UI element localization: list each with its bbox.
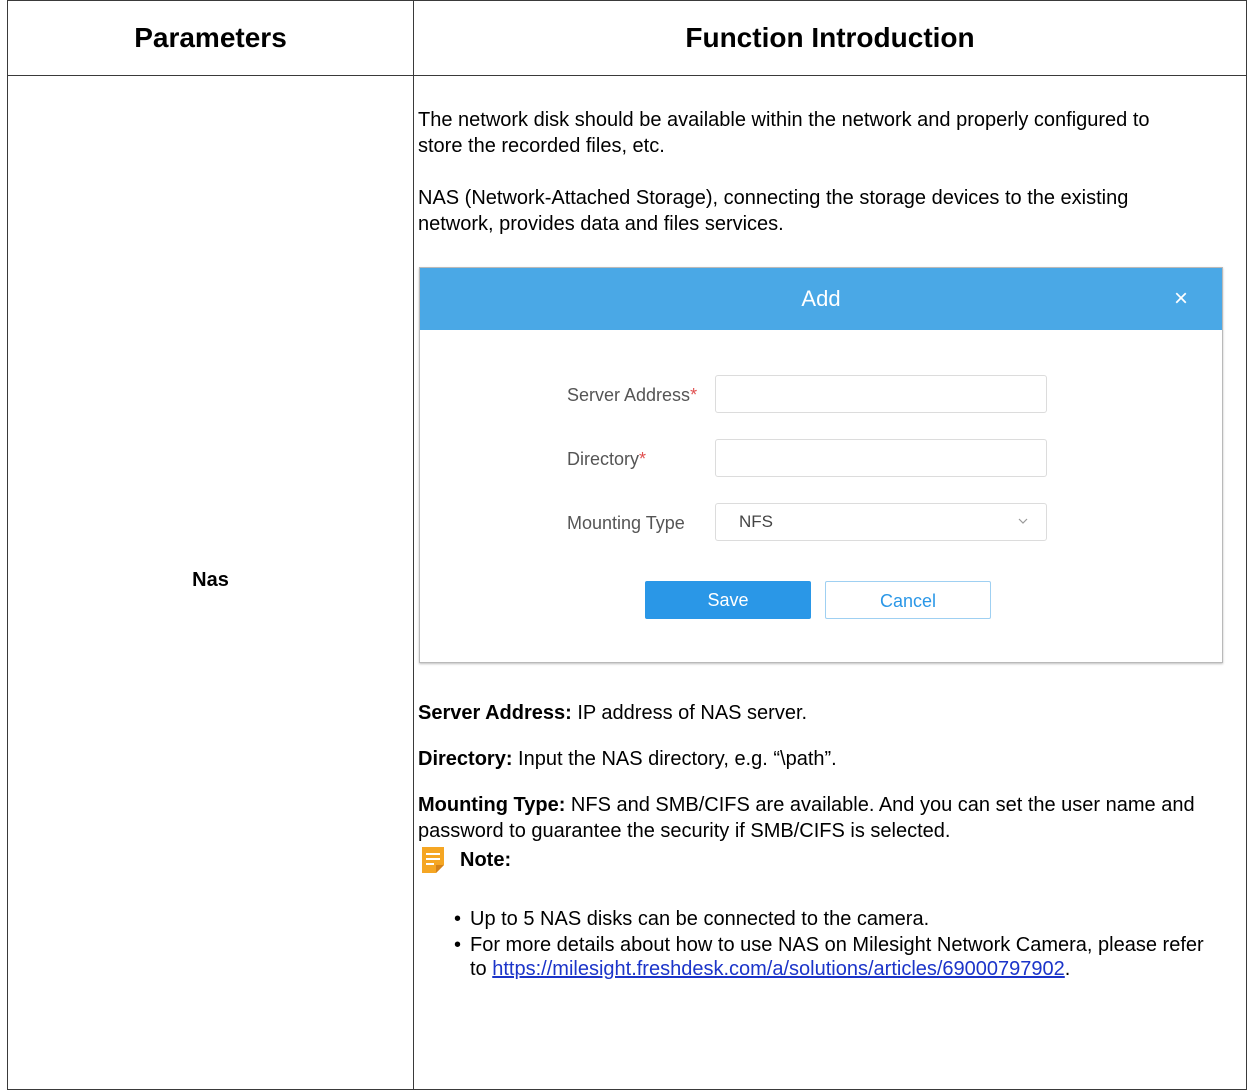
intro-paragraph-1: The network disk should be available wit… — [418, 109, 1150, 157]
note-label: Note: — [460, 848, 512, 871]
definition-mounting-type: Mounting Type: NFS and SMB/CIFS are avai… — [418, 794, 1195, 842]
definition-server-address: Server Address: IP address of NAS server… — [418, 702, 808, 724]
mounting-type-row: Mounting Type NFS — [420, 503, 1222, 543]
mounting-type-label: Mounting Type — [567, 513, 685, 533]
header-function-introduction: Function Introduction — [685, 22, 975, 53]
server-address-label: Server Address* — [567, 385, 698, 405]
intro-paragraph-2: NAS (Network-Attached Storage), connecti… — [418, 187, 1129, 235]
note-item: Up to 5 NAS disks can be connected to th… — [454, 907, 1214, 931]
header-parameters: Parameters — [134, 22, 287, 53]
directory-label: Directory* — [567, 449, 647, 469]
cancel-button[interactable]: Cancel — [825, 581, 991, 619]
server-address-input[interactable] — [715, 375, 1047, 413]
note-heading: Note: — [418, 845, 511, 875]
milesight-article-link[interactable]: https://milesight.freshdesk.com/a/soluti… — [492, 958, 1065, 980]
parameter-name: Nas — [192, 569, 229, 591]
directory-input[interactable] — [715, 439, 1047, 477]
close-icon[interactable]: × — [1164, 282, 1198, 316]
directory-field[interactable] — [716, 440, 1046, 476]
mounting-type-value: NFS — [739, 512, 773, 531]
note-icon — [422, 847, 444, 873]
note-item: For more details about how to use NAS on… — [454, 933, 1214, 981]
dialog-title: Add — [801, 286, 841, 311]
required-mark: * — [639, 449, 647, 469]
server-address-row: Server Address* — [420, 375, 1222, 415]
note-list: Up to 5 NAS disks can be connected to th… — [454, 907, 1214, 981]
column-divider — [413, 1, 414, 1089]
chevron-down-icon — [1018, 518, 1028, 524]
definition-directory: Directory: Input the NAS directory, e.g.… — [418, 748, 837, 770]
required-mark: * — [690, 385, 698, 405]
mounting-type-select[interactable]: NFS — [715, 503, 1047, 541]
directory-row: Directory* — [420, 439, 1222, 479]
save-button[interactable]: Save — [645, 581, 811, 619]
server-address-field[interactable] — [716, 376, 1046, 412]
add-nas-dialog: Add × Server Address* Directory* Mountin… — [419, 267, 1223, 663]
